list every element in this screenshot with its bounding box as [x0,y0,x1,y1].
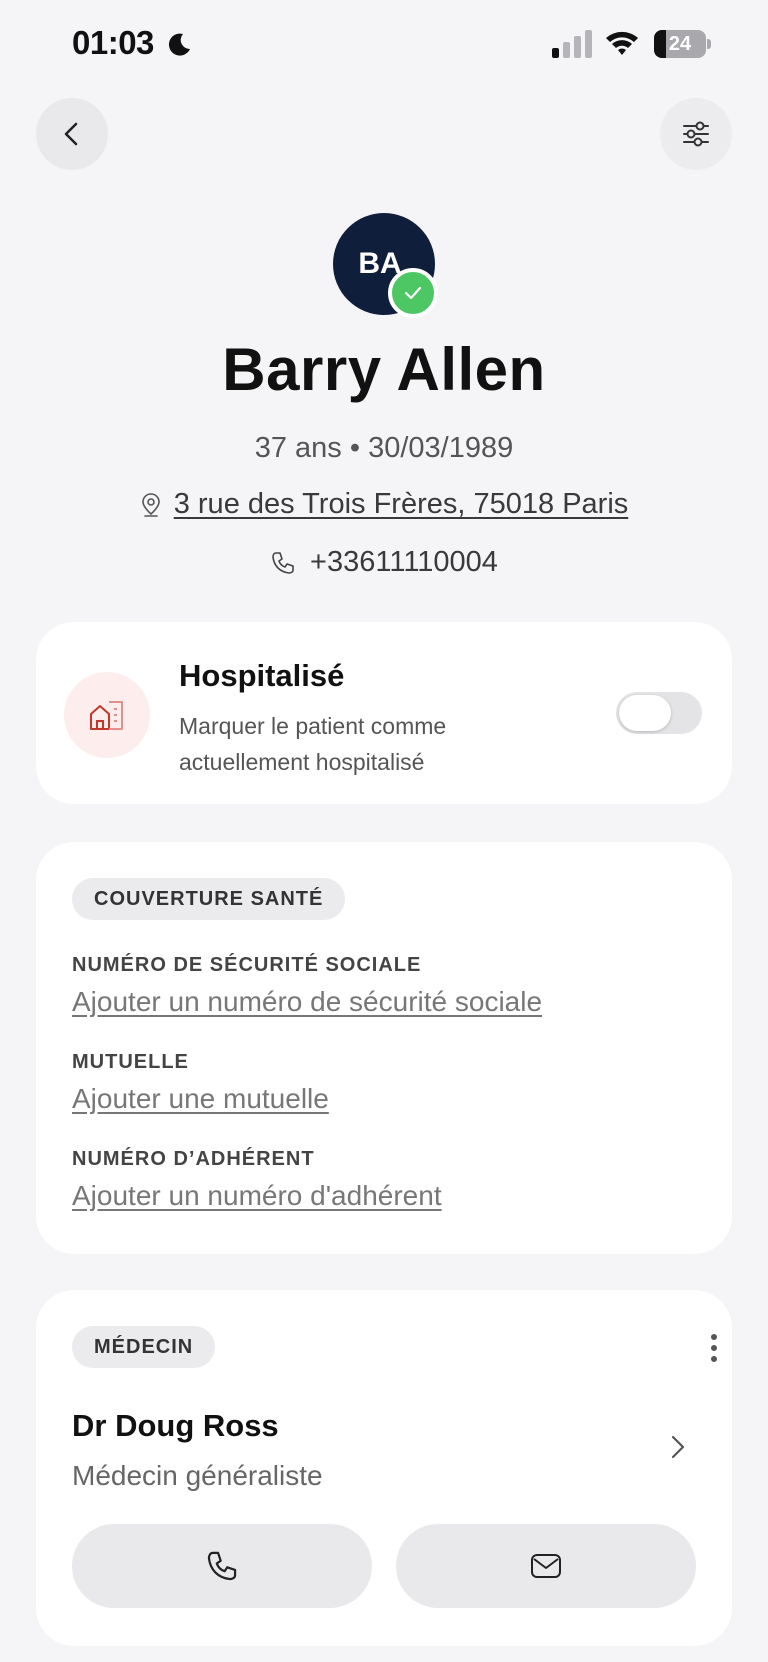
hospital-building-icon [90,701,123,730]
chevron-right-icon[interactable] [662,1432,692,1462]
doctor-specialty: Médecin généraliste [72,1460,323,1491]
patient-address[interactable]: 3 rue des Trois Frères, 75018 Paris [174,488,629,521]
age-birthdate: 37 ans • 30/03/1989 [0,432,768,465]
back-button[interactable] [36,98,108,170]
add-social-security-link[interactable]: Ajouter un numéro de sécurité sociale [72,986,542,1018]
filter-button[interactable] [660,98,732,170]
more-vertical-icon [711,1334,717,1362]
hospitalized-card: Hospitalisé Marquer le patient comme act… [36,622,732,804]
chevron-left-icon [64,122,78,146]
phone-icon [272,551,294,574]
status-time: 01:03 [72,24,154,61]
doctor-badge: MÉDECIN [72,1326,216,1368]
patient-birthdate: 30/03/1989 [368,432,514,464]
wifi-icon [606,31,638,55]
patient-age: 37 ans [254,432,342,464]
add-member-number-link[interactable]: Ajouter un numéro d'adhérent [72,1180,442,1212]
phone-icon [207,1551,237,1581]
verified-badge [388,268,438,318]
sliders-icon [683,121,709,147]
email-doctor-button[interactable] [396,1524,696,1608]
location-pin-icon [141,492,160,517]
field-label-member-number: NUMÉRO D’ADHÉRENT [72,1148,315,1170]
hospital-icon-container [64,672,150,758]
hospitalized-toggle[interactable] [616,692,702,734]
hospitalized-description: Marquer le patient comme actuellement ho… [179,713,447,775]
field-label-social-security: NUMÉRO DE SÉCURITÉ SOCIALE [72,954,422,976]
more-options-button[interactable] [698,1328,730,1368]
call-doctor-button[interactable] [72,1524,372,1608]
moon-icon [168,33,190,56]
status-bar: 01:03 24 [0,0,768,92]
address-row[interactable]: 3 rue des Trois Frères, 75018 Paris [0,488,768,521]
hospitalized-title: Hospitalisé [179,658,345,693]
health-coverage-card: COUVERTURE SANTÉ NUMÉRO DE SÉCURITÉ SOCI… [36,842,732,1254]
coverage-badge: COUVERTURE SANTÉ [72,878,346,920]
field-label-mutuelle: MUTUELLE [72,1051,189,1073]
patient-phone[interactable]: +33611110004 [310,546,498,579]
patient-name: Barry Allen [222,336,546,403]
doctor-name: Dr Doug Ross [72,1408,279,1443]
doctor-card[interactable]: MÉDECIN Dr Doug Ross Médecin généraliste [36,1290,732,1646]
toggle-knob [619,695,671,731]
separator-dot: • [349,432,361,464]
mail-icon [531,1554,561,1578]
add-mutuelle-link[interactable]: Ajouter une mutuelle [72,1083,329,1115]
cellular-signal-icon [552,30,592,58]
battery-icon: 24 [654,30,711,58]
battery-level: 24 [668,33,692,55]
checkmark-icon [404,286,422,300]
phone-row[interactable]: +33611110004 [0,546,768,579]
